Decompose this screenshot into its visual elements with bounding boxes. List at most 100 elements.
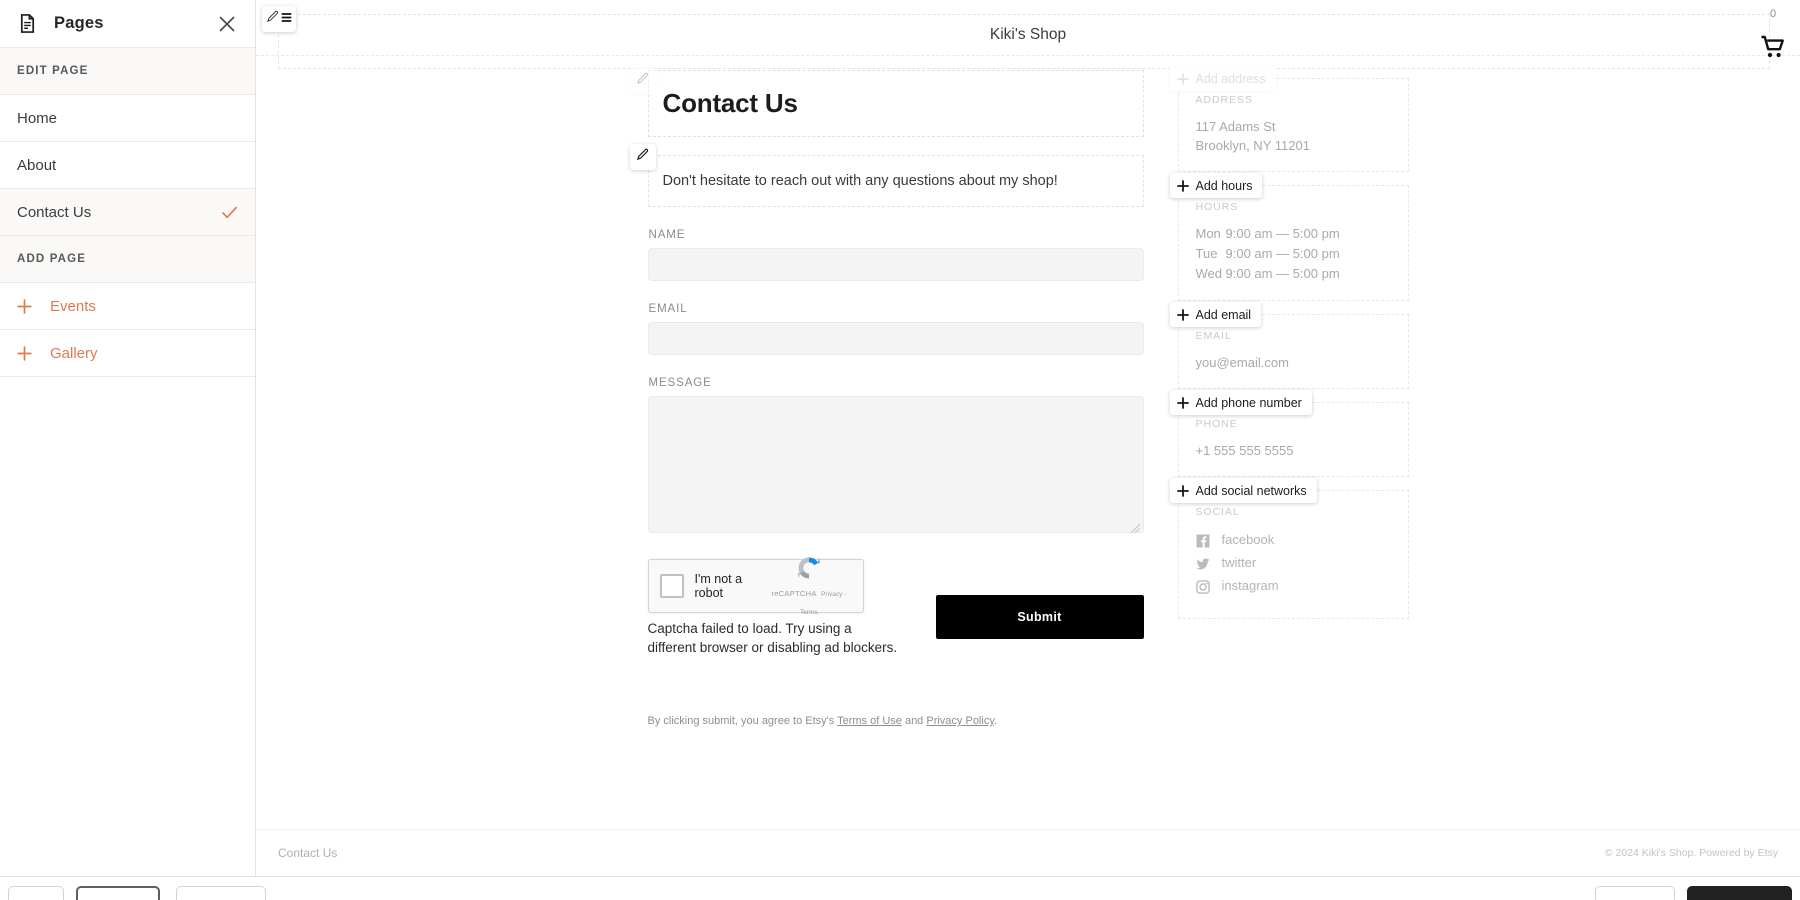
plus-icon <box>1177 309 1189 321</box>
hours-row: Tue 9:00 am — 5:00 pm <box>1196 244 1391 264</box>
page-title: Contact Us <box>663 88 1129 119</box>
sidebar-title: Pages <box>54 14 104 33</box>
plus-icon <box>17 299 32 314</box>
recaptcha-brand-text: reCAPTCHA <box>771 589 816 598</box>
social-label: instagram <box>1222 575 1279 596</box>
plus-icon <box>17 346 32 361</box>
pencil-icon <box>636 72 649 90</box>
sidebar-item-home[interactable]: Home <box>0 95 255 142</box>
hours-day: Tue <box>1196 244 1226 264</box>
recaptcha-checkbox[interactable] <box>660 574 684 598</box>
address-caption: ADDRESS <box>1196 94 1391 106</box>
add-address-label: Add address <box>1196 72 1266 86</box>
cart-button[interactable]: 0 <box>1760 8 1786 60</box>
add-phone-number-button[interactable]: Add phone number <box>1170 390 1312 415</box>
site-header: Kiki's Shop 0 <box>256 0 1800 56</box>
page-intro-block[interactable]: Don't hesitate to reach out with any que… <box>648 155 1144 207</box>
hours-time: 9:00 am — 5:00 pm <box>1226 224 1340 244</box>
social-row-instagram[interactable]: instagram <box>1196 575 1391 596</box>
sidebar-item-label: Home <box>17 110 57 127</box>
social-row-facebook[interactable]: facebook <box>1196 529 1391 550</box>
email-field-label: EMAIL <box>649 303 1144 315</box>
footer-contact-us-link[interactable]: Contact Us <box>278 846 337 860</box>
add-hours-button[interactable]: Add hours <box>1170 173 1263 198</box>
hours-time: 9:00 am — 5:00 pm <box>1226 244 1340 264</box>
contact-form-column: Contact Us Don't hesitate to reach out w… <box>648 70 1144 727</box>
email-value: you@email.com <box>1196 353 1391 372</box>
header-edit-button[interactable] <box>262 6 296 32</box>
bottom-button-2[interactable] <box>76 886 160 900</box>
captcha-row: I'm not a robot <box>648 559 1144 657</box>
address-line-1: 117 Adams St <box>1196 117 1391 136</box>
email-group: Add email EMAIL you@email.com <box>1174 314 1409 389</box>
social-panel[interactable]: SOCIAL facebook <box>1178 490 1409 619</box>
page-intro-text: Don't hesitate to reach out with any que… <box>663 173 1129 189</box>
app-root: Pages EDIT PAGE Home About Contact Us AD… <box>0 0 1800 900</box>
add-email-label: Add email <box>1196 308 1252 322</box>
add-page-events-button[interactable]: Events <box>0 283 255 330</box>
shopping-cart-icon <box>1760 34 1786 60</box>
page-heading-block[interactable]: Contact Us <box>648 70 1144 137</box>
plus-icon <box>1177 485 1189 497</box>
hours-panel[interactable]: HOURS Mon 9:00 am — 5:00 pm Tue 9:00 am … <box>1178 185 1409 301</box>
bottom-button-primary[interactable] <box>1687 886 1792 900</box>
heading-edit-button[interactable] <box>630 68 656 94</box>
checkmark-icon <box>221 204 238 221</box>
add-page-label: Gallery <box>50 345 98 362</box>
plus-icon <box>1177 180 1189 192</box>
facebook-icon <box>1196 533 1210 547</box>
social-label: twitter <box>1222 552 1257 573</box>
recaptcha-widget[interactable]: I'm not a robot <box>648 559 864 613</box>
add-page-label: Events <box>50 298 96 315</box>
add-phone-label: Add phone number <box>1196 396 1302 410</box>
sidebar-item-contact-us[interactable]: Contact Us <box>0 189 255 236</box>
twitter-icon <box>1196 556 1210 570</box>
hours-group: Add hours HOURS Mon 9:00 am — 5:00 pm Tu… <box>1174 185 1409 301</box>
message-textarea[interactable] <box>648 396 1144 533</box>
pencil-icon <box>636 148 649 166</box>
legal-text: By clicking submit, you agree to Etsy's … <box>648 715 1144 727</box>
phone-value: +1 555 555 5555 <box>1196 441 1391 460</box>
address-panel[interactable]: ADDRESS 117 Adams St Brooklyn, NY 11201 <box>1178 78 1409 172</box>
instagram-icon <box>1196 579 1210 593</box>
document-icon <box>18 14 37 33</box>
recaptcha-branding: reCAPTCHA Privacy - Terms <box>766 553 851 619</box>
add-address-button[interactable]: Add address <box>1170 66 1276 91</box>
message-field-label: MESSAGE <box>649 377 1144 389</box>
bottom-toolbar <box>0 876 1800 900</box>
close-icon[interactable] <box>217 14 237 34</box>
social-caption: SOCIAL <box>1196 506 1391 518</box>
privacy-policy-link[interactable]: Privacy Policy <box>926 715 994 727</box>
legal-prefix: By clicking submit, you agree to Etsy's <box>648 715 838 727</box>
address-line-2: Brooklyn, NY 11201 <box>1196 136 1391 155</box>
add-page-gallery-button[interactable]: Gallery <box>0 330 255 377</box>
plus-icon <box>1177 397 1189 409</box>
hours-caption: HOURS <box>1196 201 1391 213</box>
bottom-button-1[interactable] <box>8 886 64 900</box>
bottom-button-cancel[interactable] <box>1595 886 1675 900</box>
phone-group: Add phone number PHONE +1 555 555 5555 <box>1174 402 1409 477</box>
terms-of-use-link[interactable]: Terms of Use <box>837 715 902 727</box>
resize-grip-icon[interactable] <box>1131 520 1140 529</box>
recaptcha-logo-icon <box>794 553 824 583</box>
social-row-twitter[interactable]: twitter <box>1196 552 1391 573</box>
footer-copyright: © 2024 Kiki's Shop. Powered by Etsy <box>1605 847 1778 859</box>
submit-button[interactable]: Submit <box>936 595 1144 639</box>
name-input[interactable] <box>648 248 1144 281</box>
email-caption: EMAIL <box>1196 330 1391 342</box>
cart-count: 0 <box>1760 8 1786 20</box>
bottom-button-3[interactable] <box>176 886 266 900</box>
recaptcha-label: I'm not a robot <box>695 572 767 600</box>
email-input[interactable] <box>648 322 1144 355</box>
hamburger-menu-icon <box>281 10 292 28</box>
add-email-button[interactable]: Add email <box>1170 302 1262 327</box>
add-page-section-label: ADD PAGE <box>0 236 255 283</box>
add-social-networks-button[interactable]: Add social networks <box>1170 478 1317 503</box>
intro-edit-button[interactable] <box>630 144 656 170</box>
sidebar-header: Pages <box>0 0 255 48</box>
edit-page-section-label: EDIT PAGE <box>0 48 255 95</box>
hours-time: 9:00 am — 5:00 pm <box>1226 264 1340 284</box>
hours-day: Mon <box>1196 224 1226 244</box>
name-field-label: NAME <box>649 229 1144 241</box>
sidebar-item-about[interactable]: About <box>0 142 255 189</box>
